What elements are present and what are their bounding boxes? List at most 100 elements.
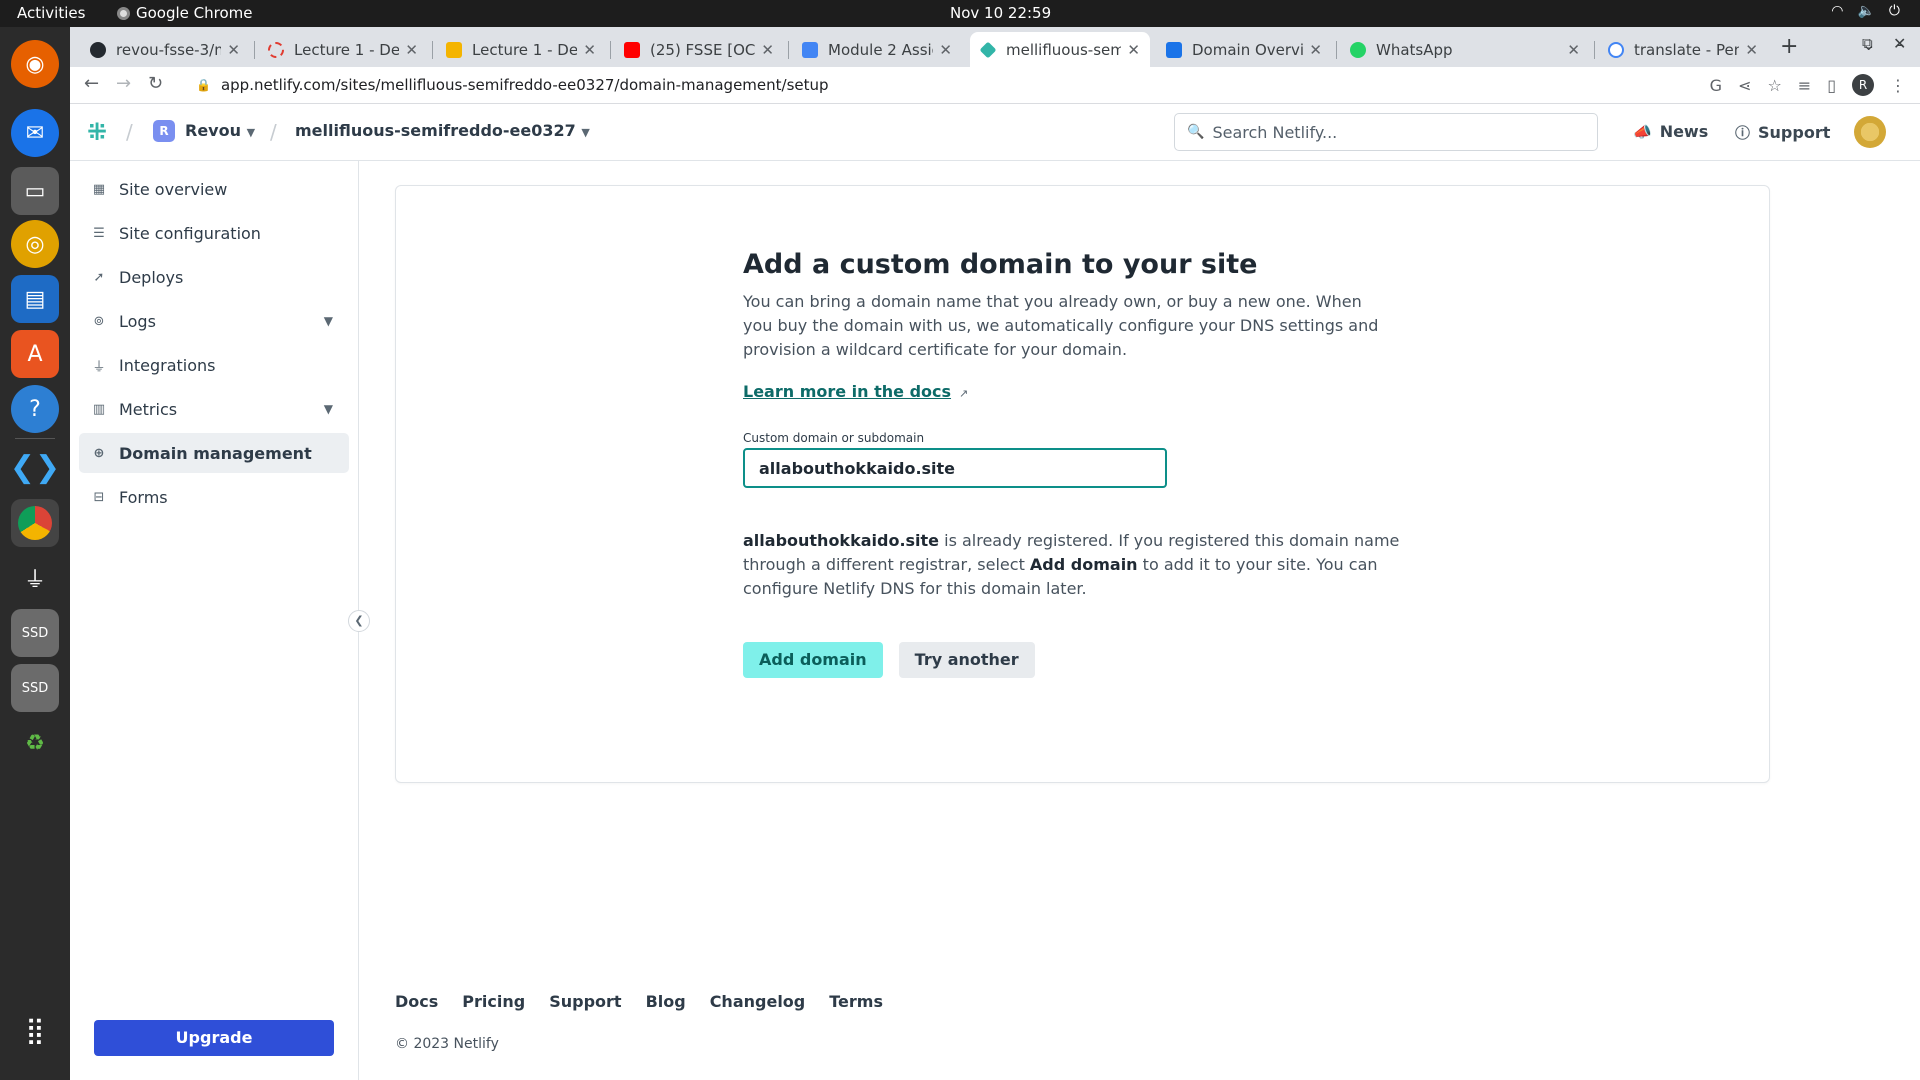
team-switcher[interactable]: Revou ▼: [185, 121, 255, 140]
browser-tab[interactable]: translate - Penel ✕: [1598, 32, 1768, 67]
collapse-sidebar-chevron-icon[interactable]: ❮: [348, 610, 370, 632]
close-icon[interactable]: ✕: [761, 41, 774, 59]
close-icon[interactable]: ✕: [939, 41, 952, 59]
firefox-icon[interactable]: ◉: [11, 40, 59, 88]
sidebar-item-logs[interactable]: ⊚ Logs ▼: [79, 301, 349, 341]
learn-more-link[interactable]: Learn more in the docs: [743, 382, 951, 401]
reload-icon[interactable]: ↻: [148, 73, 163, 94]
sidebar-item-integrations[interactable]: ⏚ Integrations: [79, 345, 349, 385]
close-icon[interactable]: ✕: [1309, 41, 1322, 59]
system-tray[interactable]: ◠ 🔈 ⏻: [1831, 3, 1900, 19]
google-lens-icon[interactable]: G: [1710, 76, 1722, 95]
news-link[interactable]: 📣 News: [1633, 122, 1708, 141]
bookmark-star-icon[interactable]: ☆: [1767, 76, 1781, 95]
dock-separator: [15, 438, 55, 439]
tab-separator: [610, 41, 611, 59]
tab-label: mellifluous-semi: [1006, 40, 1122, 59]
tab-separator: [432, 41, 433, 59]
thunderbird-icon[interactable]: ✉: [11, 109, 59, 157]
clock[interactable]: Nov 10 22:59: [950, 4, 1051, 22]
sidebar-item-label: Site configuration: [119, 223, 261, 243]
youtube-icon: [624, 41, 640, 58]
globe-icon: ⊕: [93, 445, 105, 461]
search-input[interactable]: 🔍 Search Netlify...: [1174, 113, 1598, 151]
add-domain-button[interactable]: Add domain: [743, 642, 883, 678]
show-apps-icon[interactable]: ⣿: [11, 1007, 59, 1055]
forward-arrow-icon[interactable]: →: [116, 73, 131, 94]
team-avatar: R: [153, 120, 175, 142]
whatsapp-icon: [1350, 41, 1366, 58]
sidebar-item-metrics[interactable]: ▥ Metrics ▼: [79, 389, 349, 429]
new-tab-plus-icon[interactable]: +: [1780, 34, 1798, 59]
support-link[interactable]: ⓘ Support: [1735, 122, 1830, 143]
app-center-icon[interactable]: A: [11, 330, 59, 378]
domain-input[interactable]: allabouthokkaido.site: [743, 448, 1167, 488]
sidebar-item-site-overview[interactable]: ▦ Site overview: [79, 169, 349, 209]
chrome-dock-icon[interactable]: [11, 499, 59, 547]
lecture-icon: [268, 41, 284, 58]
browser-tab[interactable]: Module 2 Assign ✕: [792, 32, 962, 67]
side-panel-icon[interactable]: ▯: [1827, 76, 1836, 95]
close-icon[interactable]: ✕: [583, 41, 596, 59]
browser-tab[interactable]: Domain Overvie ✕: [1156, 32, 1332, 67]
logs-icon: ⊚: [93, 313, 105, 329]
footer-link-pricing[interactable]: Pricing: [462, 992, 525, 1011]
ssd-drive-icon[interactable]: SSD: [11, 664, 59, 712]
footer-link-blog[interactable]: Blog: [646, 992, 686, 1011]
sidebar-item-label: Integrations: [119, 355, 216, 375]
sidebar-item-label: Deploys: [119, 267, 184, 287]
browser-tab[interactable]: revou-fsse-3/mo ✕: [80, 32, 250, 67]
sidebar-item-domain-management[interactable]: ⊕ Domain management: [79, 433, 349, 473]
files-icon[interactable]: ▭: [11, 167, 59, 215]
browser-tab[interactable]: (25) FSSE [OCT2 ✕: [614, 32, 784, 67]
footer-link-terms[interactable]: Terms: [829, 992, 883, 1011]
github-icon: [90, 41, 106, 58]
footer-link-changelog[interactable]: Changelog: [710, 992, 806, 1011]
user-avatar[interactable]: [1854, 116, 1886, 148]
profile-avatar[interactable]: R: [1852, 74, 1874, 96]
try-another-button[interactable]: Try another: [898, 642, 1035, 678]
libreoffice-writer-icon[interactable]: ▤: [11, 275, 59, 323]
external-link-icon: ↗: [959, 387, 969, 400]
browser-tab-active[interactable]: mellifluous-semi ✕: [970, 32, 1150, 67]
media-icon[interactable]: ≡: [1798, 76, 1811, 95]
netlify-header: ⁜ / R Revou ▼ / mellifluous-semifreddo-e…: [70, 104, 1920, 161]
footer-link-docs[interactable]: Docs: [395, 992, 438, 1011]
close-window-icon[interactable]: ✕: [1893, 34, 1906, 53]
rhythmbox-icon[interactable]: ◎: [11, 220, 59, 268]
url-text: app.netlify.com/sites/mellifluous-semifr…: [220, 76, 829, 94]
site-switcher[interactable]: mellifluous-semifreddo-ee0327 ▼: [295, 121, 590, 140]
address-bar[interactable]: 🔒 app.netlify.com/sites/mellifluous-semi…: [178, 70, 1738, 100]
tab-label: revou-fsse-3/mo: [116, 40, 221, 59]
sidebar-item-forms[interactable]: ⊟ Forms: [79, 477, 349, 517]
upgrade-button[interactable]: Upgrade: [94, 1020, 334, 1056]
close-icon[interactable]: ✕: [1567, 41, 1580, 59]
close-icon[interactable]: ✕: [405, 41, 418, 59]
dock: ◉ ✉ ▭ ◎ ▤ A ? ❮❯ ⏚ SSD SSD ♻ ⣿: [0, 27, 70, 1080]
page-description: You can bring a domain name that you alr…: [743, 292, 1379, 359]
help-icon[interactable]: ?: [11, 385, 59, 433]
close-icon[interactable]: ✕: [1745, 41, 1758, 59]
browser-tab[interactable]: WhatsApp ✕: [1340, 32, 1590, 67]
app-menu[interactable]: Google Chrome: [117, 4, 253, 22]
back-arrow-icon[interactable]: ←: [84, 73, 99, 94]
sidebar-item-site-configuration[interactable]: ☰ Site configuration: [79, 213, 349, 253]
maximize-icon[interactable]: ⧉: [1862, 34, 1873, 52]
share-icon[interactable]: ⋖: [1738, 76, 1751, 95]
browser-tab[interactable]: Lecture 1 - Devel ✕: [436, 32, 606, 67]
footer-link-support[interactable]: Support: [549, 992, 621, 1011]
sidebar-item-deploys[interactable]: ➚ Deploys: [79, 257, 349, 297]
usb-drive-icon[interactable]: ⏚: [11, 554, 59, 602]
ssd-drive-icon[interactable]: SSD: [11, 609, 59, 657]
activities-button[interactable]: Activities: [17, 4, 85, 22]
close-icon[interactable]: ✕: [227, 41, 240, 59]
close-icon[interactable]: ✕: [1127, 41, 1140, 59]
more-menu-icon[interactable]: ⋮: [1890, 76, 1906, 95]
browser-tab[interactable]: Lecture 1 - Devel ✕: [258, 32, 428, 67]
netlify-logo-icon[interactable]: ⁜: [82, 117, 112, 147]
team-name: Revou: [185, 121, 241, 140]
help-circle-icon: ⓘ: [1735, 124, 1751, 142]
vscode-icon[interactable]: ❮❯: [10, 443, 60, 491]
chart-icon: ▥: [92, 401, 106, 417]
trash-icon[interactable]: ♻: [11, 719, 59, 767]
